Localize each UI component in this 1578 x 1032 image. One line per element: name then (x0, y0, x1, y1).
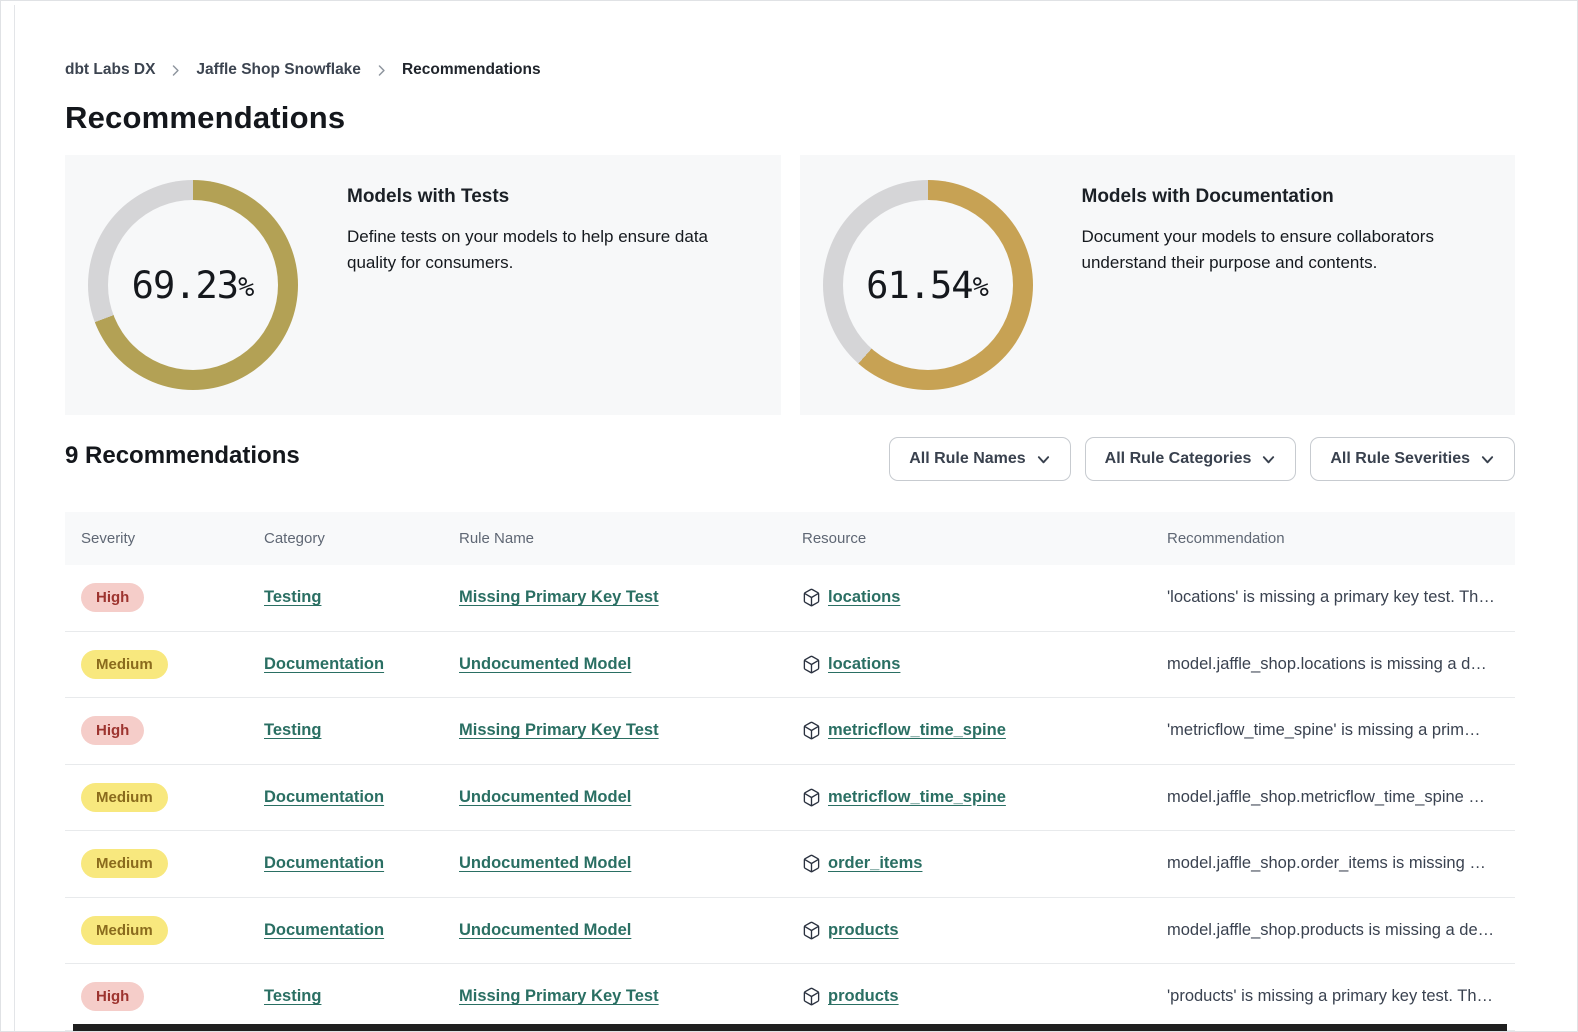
recommendation-text: model.jaffle_shop.metricflow_time_spine … (1151, 788, 1515, 807)
recommendation-text: model.jaffle_shop.locations is missing a… (1151, 655, 1515, 674)
recommendation-text: 'locations' is missing a primary key tes… (1151, 588, 1515, 607)
breadcrumb: dbt Labs DX Jaffle Shop Snowflake Recomm… (65, 61, 541, 79)
model-cube-icon (802, 987, 821, 1006)
category-link[interactable]: Documentation (264, 655, 384, 673)
rule-name-link[interactable]: Undocumented Model (459, 655, 631, 673)
resource-link[interactable]: locations (828, 588, 900, 607)
page-title: Recommendations (65, 100, 345, 136)
filter-rule-severities-dropdown[interactable]: All Rule Severities (1310, 437, 1515, 481)
documentation-percent-value: 61.54% (823, 180, 1033, 390)
resource-link[interactable]: products (828, 987, 899, 1006)
rule-name-link[interactable]: Undocumented Model (459, 788, 631, 806)
category-link[interactable]: Testing (264, 987, 321, 1005)
table-row: High Testing Missing Primary Key Test pr… (65, 964, 1515, 1031)
tests-donut-chart: 69.23% (87, 180, 299, 390)
column-header-category: Category (248, 530, 443, 547)
filter-label: All Rule Severities (1330, 450, 1470, 468)
rule-name-link[interactable]: Missing Primary Key Test (459, 588, 659, 606)
severity-badge: Medium (81, 916, 168, 945)
model-cube-icon (802, 588, 821, 607)
filter-label: All Rule Names (909, 450, 1025, 468)
severity-badge: High (81, 982, 144, 1011)
rule-name-link[interactable]: Undocumented Model (459, 921, 631, 939)
recommendation-text: model.jaffle_shop.products is missing a … (1151, 921, 1515, 940)
table-row: High Testing Missing Primary Key Test lo… (65, 565, 1515, 632)
card-title: Models with Tests (347, 186, 757, 208)
recommendations-table: Severity Category Rule Name Resource Rec… (65, 512, 1515, 1031)
recommendation-text: 'metricflow_time_spine' is missing a pri… (1151, 721, 1515, 740)
table-row: Medium Documentation Undocumented Model … (65, 765, 1515, 832)
chevron-right-icon (375, 64, 388, 77)
filter-rule-names-dropdown[interactable]: All Rule Names (889, 437, 1070, 481)
model-cube-icon (802, 721, 821, 740)
column-header-resource: Resource (786, 530, 1151, 547)
breadcrumb-item-jaffle-shop-snowflake[interactable]: Jaffle Shop Snowflake (196, 61, 361, 79)
recommendation-text: model.jaffle_shop.order_items is missing… (1151, 854, 1515, 873)
card-description: Document your models to ensure collabora… (1082, 224, 1492, 277)
card-title: Models with Documentation (1082, 186, 1492, 208)
summary-cards: 69.23% Models with Tests Define tests on… (65, 155, 1515, 415)
filter-bar: All Rule Names All Rule Categories All R… (889, 437, 1515, 481)
chevron-down-icon (1480, 452, 1495, 467)
category-link[interactable]: Testing (264, 588, 321, 606)
severity-badge: Medium (81, 783, 168, 812)
donut-ring: 69.23% (88, 180, 298, 390)
rule-name-link[interactable]: Missing Primary Key Test (459, 721, 659, 739)
resource-link[interactable]: locations (828, 655, 900, 674)
category-link[interactable]: Testing (264, 721, 321, 739)
model-cube-icon (802, 854, 821, 873)
resource-link[interactable]: metricflow_time_spine (828, 721, 1006, 740)
documentation-donut-chart: 61.54% (822, 180, 1034, 390)
category-link[interactable]: Documentation (264, 921, 384, 939)
severity-badge: High (81, 716, 144, 745)
breadcrumb-item-recommendations: Recommendations (402, 61, 541, 79)
category-link[interactable]: Documentation (264, 854, 384, 872)
tests-percent-value: 69.23% (88, 180, 298, 390)
recommendation-text: 'products' is missing a primary key test… (1151, 987, 1515, 1006)
model-cube-icon (802, 788, 821, 807)
severity-badge: Medium (81, 650, 168, 679)
column-header-rule-name: Rule Name (443, 530, 786, 547)
chevron-down-icon (1261, 452, 1276, 467)
resource-link[interactable]: metricflow_time_spine (828, 788, 1006, 807)
severity-badge: Medium (81, 849, 168, 878)
card-models-with-tests: 69.23% Models with Tests Define tests on… (65, 155, 781, 415)
chevron-down-icon (1036, 452, 1051, 467)
column-header-recommendation: Recommendation (1151, 530, 1515, 547)
rule-name-link[interactable]: Undocumented Model (459, 854, 631, 872)
table-body: High Testing Missing Primary Key Test lo… (65, 565, 1515, 1031)
table-header-row: Severity Category Rule Name Resource Rec… (65, 512, 1515, 565)
resource-link[interactable]: order_items (828, 854, 922, 873)
model-cube-icon (802, 655, 821, 674)
rule-name-link[interactable]: Missing Primary Key Test (459, 987, 659, 1005)
table-row: Medium Documentation Undocumented Model … (65, 898, 1515, 965)
breadcrumb-item-dbt-labs-dx[interactable]: dbt Labs DX (65, 61, 155, 79)
filter-label: All Rule Categories (1105, 450, 1252, 468)
page-left-divider (14, 5, 15, 1031)
table-row: Medium Documentation Undocumented Model … (65, 831, 1515, 898)
table-row: High Testing Missing Primary Key Test me… (65, 698, 1515, 765)
category-link[interactable]: Documentation (264, 788, 384, 806)
card-models-with-documentation: 61.54% Models with Documentation Documen… (800, 155, 1516, 415)
donut-ring: 61.54% (823, 180, 1033, 390)
recommendations-count: 9 Recommendations (65, 442, 300, 470)
table-row: Medium Documentation Undocumented Model … (65, 632, 1515, 699)
resource-link[interactable]: products (828, 921, 899, 940)
card-description: Define tests on your models to help ensu… (347, 224, 757, 277)
model-cube-icon (802, 921, 821, 940)
column-header-severity: Severity (65, 530, 248, 547)
horizontal-scrollbar[interactable] (73, 1024, 1507, 1031)
chevron-right-icon (169, 64, 182, 77)
filter-rule-categories-dropdown[interactable]: All Rule Categories (1085, 437, 1297, 481)
severity-badge: High (81, 583, 144, 612)
